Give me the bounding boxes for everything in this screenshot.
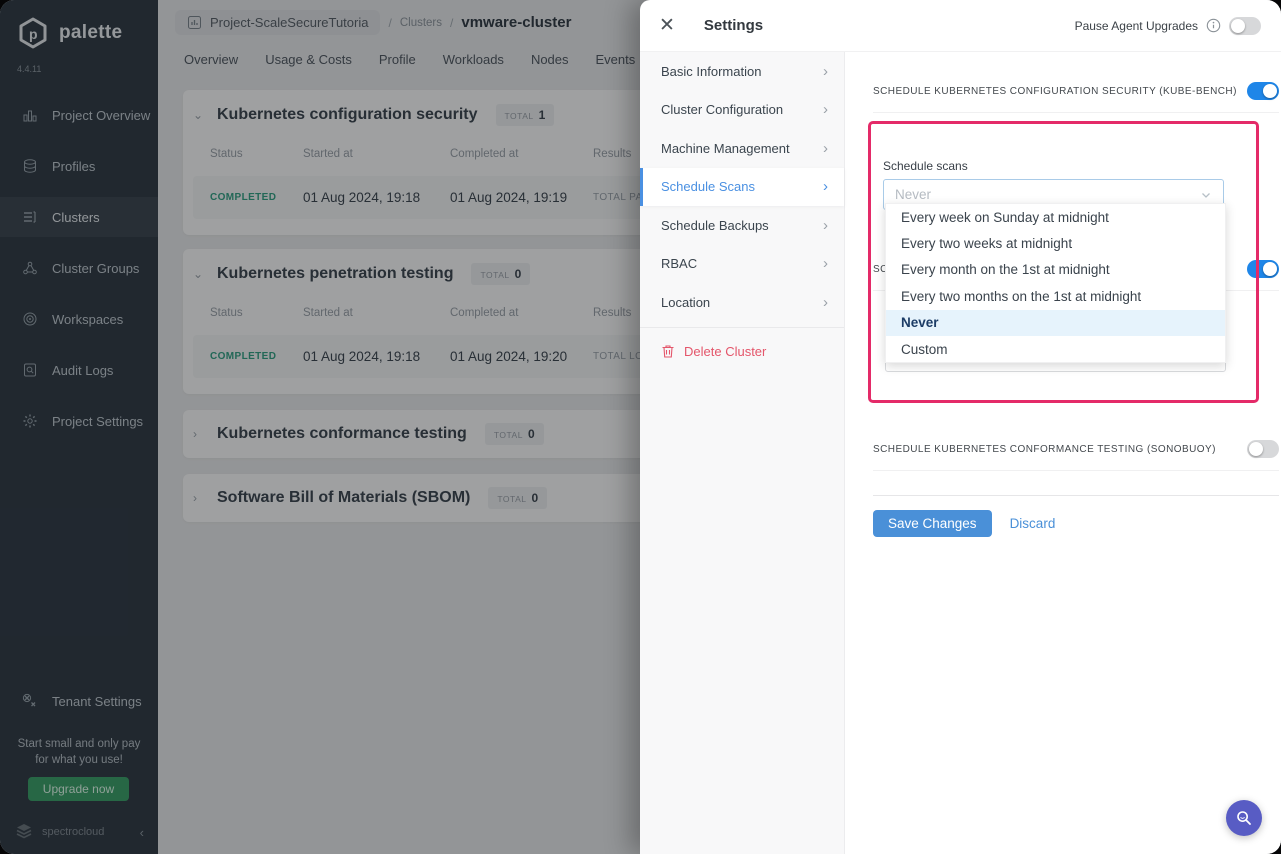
content-divider bbox=[873, 495, 1279, 496]
sonobuoy-row: SCHEDULE KUBERNETES CONFORMANCE TESTING … bbox=[873, 440, 1279, 471]
dropdown-option[interactable]: Custom bbox=[886, 336, 1225, 362]
chevron-right-icon: › bbox=[823, 63, 828, 80]
info-icon[interactable] bbox=[1206, 18, 1221, 33]
menu-item-schedule-scans[interactable]: Schedule Scans› bbox=[640, 168, 844, 207]
menu-item-rbac[interactable]: RBAC› bbox=[640, 245, 844, 284]
form-actions: Save Changes Discard bbox=[873, 510, 1279, 537]
delete-cluster-button[interactable]: Delete Cluster bbox=[640, 333, 844, 372]
drawer-title: Settings bbox=[704, 17, 763, 34]
sonobuoy-label: SCHEDULE KUBERNETES CONFORMANCE TESTING … bbox=[873, 444, 1226, 455]
kube-hunter-toggle[interactable] bbox=[1247, 260, 1279, 278]
kube-bench-toggle[interactable] bbox=[1247, 82, 1279, 100]
schedule-scans-label: Schedule scans bbox=[883, 159, 1279, 173]
dropdown-option-selected[interactable]: Never bbox=[886, 310, 1225, 336]
kube-bench-label: SCHEDULE KUBERNETES CONFIGURATION SECURI… bbox=[873, 86, 1247, 97]
menu-divider bbox=[640, 327, 844, 328]
menu-item-location[interactable]: Location› bbox=[640, 283, 844, 322]
chevron-right-icon: › bbox=[823, 101, 828, 118]
sonobuoy-toggle[interactable] bbox=[1247, 440, 1279, 458]
drawer-header: ✕ Settings Pause Agent Upgrades bbox=[640, 0, 1281, 52]
settings-drawer: ✕ Settings Pause Agent Upgrades Basic In… bbox=[640, 0, 1281, 854]
chevron-right-icon: › bbox=[823, 255, 828, 272]
app-window: p palette 4.4.11 Project Overview Profil… bbox=[0, 0, 1281, 854]
discard-link[interactable]: Discard bbox=[1010, 516, 1056, 531]
select-value: Never bbox=[895, 187, 1200, 202]
pause-agent-toggle[interactable] bbox=[1229, 17, 1261, 35]
settings-menu: Basic Information› Cluster Configuration… bbox=[640, 52, 845, 854]
chevron-down-icon bbox=[1200, 189, 1212, 201]
search-fab[interactable] bbox=[1226, 800, 1262, 836]
kube-bench-row: SCHEDULE KUBERNETES CONFIGURATION SECURI… bbox=[873, 82, 1279, 113]
save-changes-button[interactable]: Save Changes bbox=[873, 510, 992, 537]
chevron-right-icon: › bbox=[823, 294, 828, 311]
pause-agent-label: Pause Agent Upgrades bbox=[1075, 19, 1198, 33]
dropdown-option[interactable]: Every week on Sunday at midnight bbox=[886, 204, 1225, 230]
menu-item-machine-management[interactable]: Machine Management› bbox=[640, 129, 844, 168]
dropdown-option[interactable]: Every two weeks at midnight bbox=[886, 230, 1225, 256]
trash-icon bbox=[661, 344, 675, 359]
dropdown-option[interactable]: Every two months on the 1st at midnight bbox=[886, 283, 1225, 309]
menu-item-cluster-configuration[interactable]: Cluster Configuration› bbox=[640, 91, 844, 130]
menu-item-basic-information[interactable]: Basic Information› bbox=[640, 52, 844, 91]
magnifier-icon bbox=[1235, 809, 1253, 827]
schedule-dropdown: Every week on Sunday at midnight Every t… bbox=[885, 203, 1226, 363]
dropdown-option[interactable]: Every month on the 1st at midnight bbox=[886, 257, 1225, 283]
schedule-scans-panel: SCHEDULE KUBERNETES CONFIGURATION SECURI… bbox=[845, 52, 1281, 854]
chevron-right-icon: › bbox=[823, 178, 828, 195]
chevron-right-icon: › bbox=[823, 140, 828, 157]
chevron-right-icon: › bbox=[823, 217, 828, 234]
menu-item-schedule-backups[interactable]: Schedule Backups› bbox=[640, 206, 844, 245]
pause-agent-upgrades: Pause Agent Upgrades bbox=[1075, 17, 1261, 35]
close-icon[interactable]: ✕ bbox=[659, 16, 675, 35]
